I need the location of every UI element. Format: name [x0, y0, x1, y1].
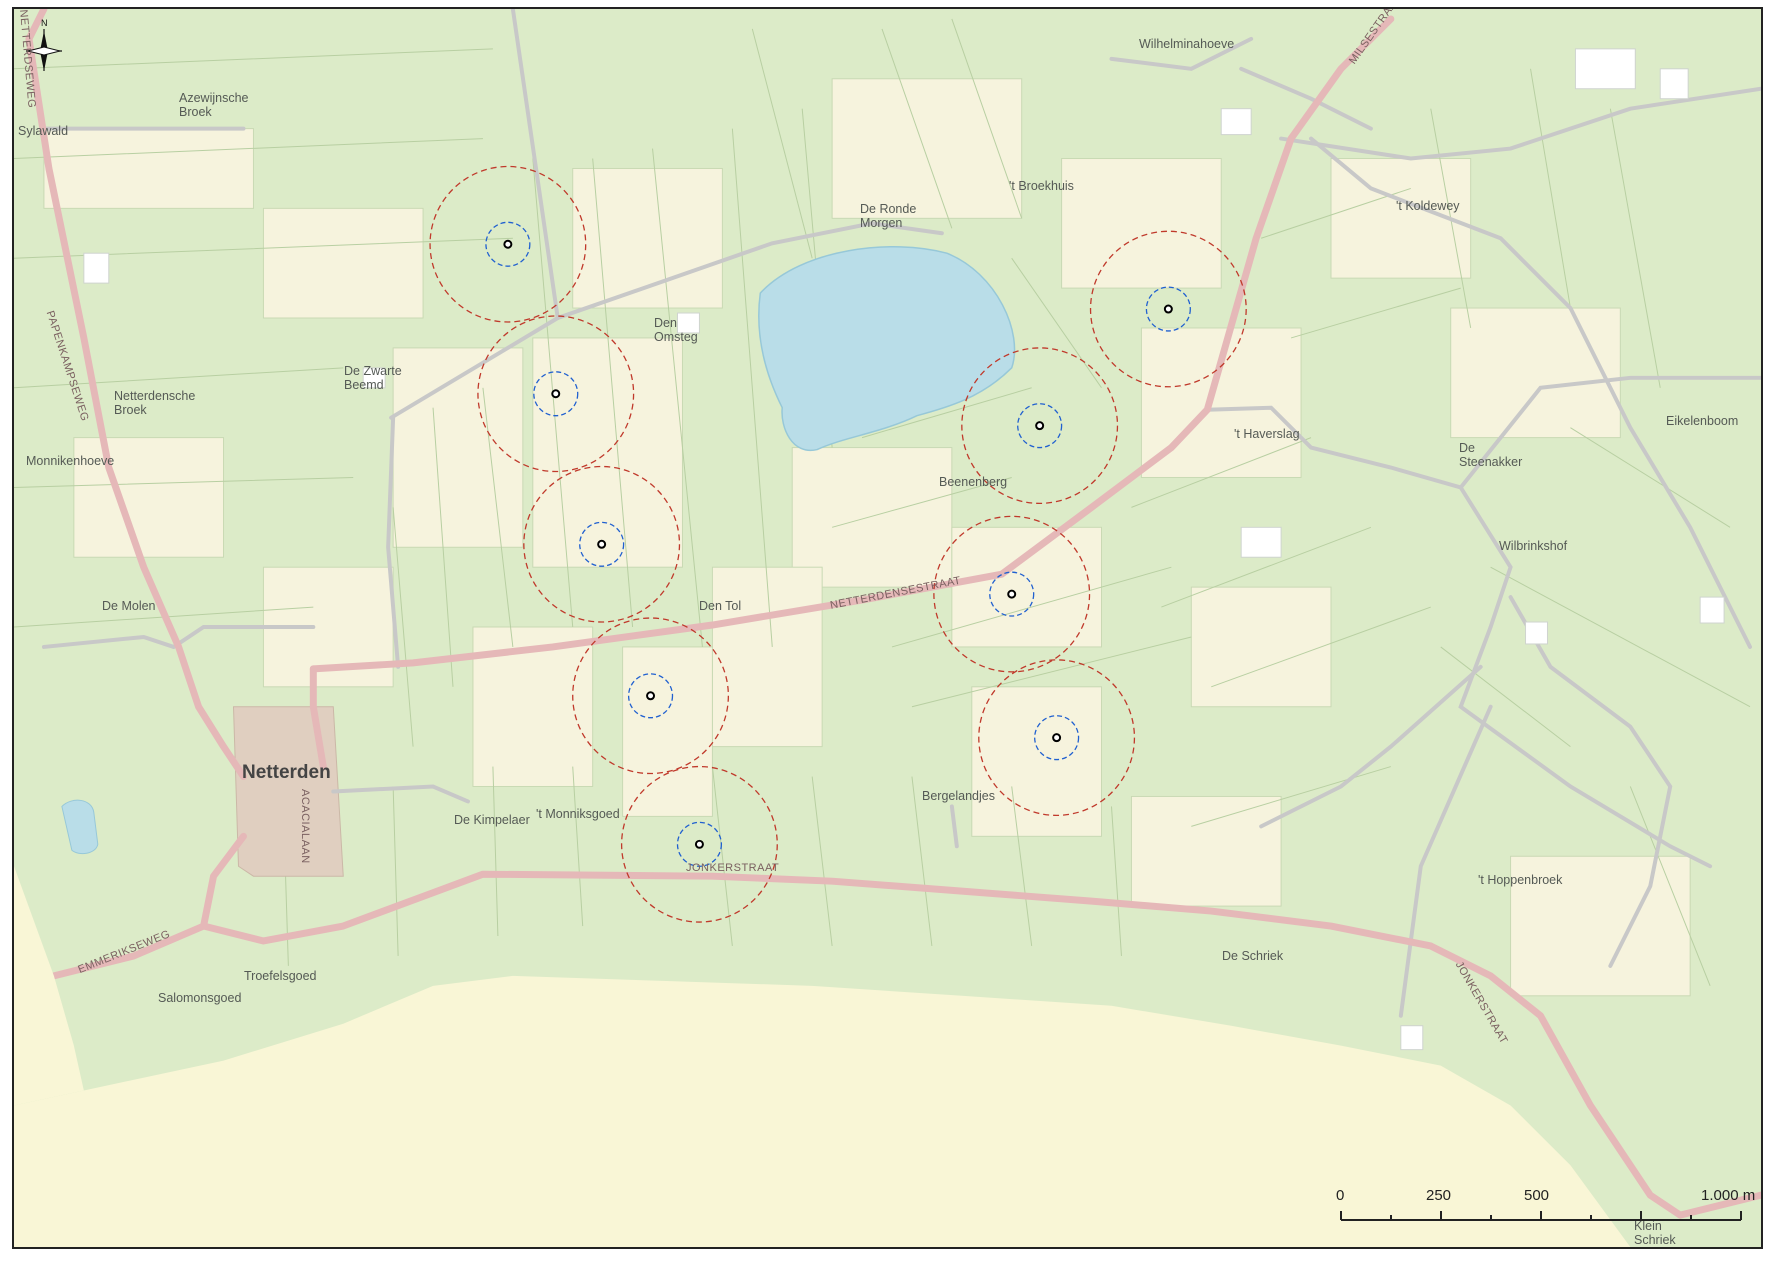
turbine-point[interactable] — [1052, 733, 1062, 743]
scale-label-1000: 1.000 m — [1701, 1187, 1756, 1204]
field-parcel — [1450, 307, 1621, 439]
place-label-de-kimpelaer: De Kimpelaer — [454, 813, 530, 827]
place-label-wilhelminahoeve: Wilhelminahoeve — [1139, 37, 1235, 51]
scale-label-0: 0 — [1336, 1187, 1345, 1204]
place-label-den-omsteg: Den Omsteg — [654, 316, 698, 344]
place-label-azewijnsche-broek: Azewijnsche Broek — [179, 91, 249, 119]
lake — [758, 246, 1016, 452]
scale-bar: 0 250 500 1.000 m — [1331, 1175, 1755, 1235]
field-parcel — [1130, 795, 1282, 907]
turbine-point[interactable] — [1035, 421, 1045, 431]
place-label-de-molen: De Molen — [102, 599, 156, 613]
field-parcel — [951, 526, 1103, 648]
place-label-troefelsgoed: Troefelsgoed — [244, 969, 317, 983]
turbine[interactable] — [429, 165, 587, 323]
road-label-jonkerstraat-west: JONKERSTRAAT — [686, 862, 780, 874]
place-label-den-tol: Den Tol — [699, 599, 742, 613]
place-label-t-broekhuis: 't Broekhuis — [1009, 179, 1074, 193]
turbine-point[interactable] — [597, 539, 607, 549]
place-label-eikelenboom: Eikelenboom — [1666, 414, 1739, 428]
place-label-beenenberg: Beenenberg — [939, 475, 1008, 489]
field-parcel — [971, 686, 1103, 837]
place-label-t-koldewey: 't Koldewey — [1396, 199, 1460, 213]
building — [83, 252, 110, 284]
place-label-wilbrinkshof: Wilbrinkshof — [1499, 539, 1568, 553]
place-label-netterden: Netterden — [242, 762, 331, 783]
turbine-point[interactable] — [551, 389, 561, 399]
outside-area-left — [14, 866, 84, 1106]
map-canvas[interactable] — [14, 9, 1761, 1247]
building — [1220, 108, 1252, 136]
minor-road — [949, 804, 959, 849]
building — [1240, 526, 1282, 558]
place-label-de-steenakker: De Steenakker — [1459, 441, 1523, 469]
minor-road — [510, 9, 560, 320]
building — [1574, 48, 1636, 90]
field-parcel — [1190, 586, 1332, 708]
field-parcel — [43, 128, 254, 209]
place-label-monnikenhoeve: Monnikenhoeve — [26, 454, 115, 468]
place-label-de-schriek: De Schriek — [1222, 949, 1284, 963]
building — [1525, 621, 1548, 645]
turbine-point[interactable] — [646, 691, 656, 701]
field-parcel — [622, 646, 713, 817]
minor-road — [41, 634, 176, 649]
place-label-de-ronde-morgen: De Ronde Morgen — [860, 202, 917, 230]
field-parcel — [791, 447, 953, 588]
building — [1699, 596, 1725, 624]
field-parcel — [262, 207, 424, 319]
field-parcel — [1061, 158, 1222, 289]
place-label-bergelandjes: Bergelandjes — [922, 789, 995, 803]
place-label-salomonsgoed: Salomonsgoed — [158, 991, 242, 1005]
turbine-point[interactable] — [503, 239, 513, 249]
place-label-de-zwarte-beemd: De Zwarte Beemd — [344, 364, 402, 392]
place-label-t-monniksgoed: 't Monniksgoed — [536, 807, 620, 821]
minor-road — [1279, 86, 1761, 161]
turbine-point[interactable] — [1007, 589, 1017, 599]
map-frame[interactable]: N Sylawald Azewijnsche Broek Netterdensche… — [12, 7, 1763, 1249]
pond — [61, 799, 99, 855]
turbine-point[interactable] — [1163, 304, 1173, 314]
place-label-t-hoppenbroek: 't Hoppenbroek — [1478, 873, 1563, 887]
field-parcel — [711, 566, 823, 748]
field-parcel — [532, 337, 683, 568]
scale-label-500: 500 — [1524, 1187, 1550, 1204]
urban-area — [232, 706, 344, 877]
road-label-acaciaaan: ACACIALAAN — [299, 789, 311, 864]
turbine-point[interactable] — [694, 839, 704, 849]
field-parcel — [831, 78, 1023, 219]
scale-label-250: 250 — [1426, 1187, 1452, 1204]
building — [1659, 68, 1689, 100]
place-label-t-haverslag: 't Haverslag — [1234, 427, 1300, 441]
place-label-sylawald: Sylawald — [18, 124, 69, 138]
minor-road — [331, 784, 470, 804]
building — [1400, 1025, 1424, 1051]
north-label: N — [41, 18, 48, 28]
road-emmerikseweg — [50, 832, 247, 980]
place-label-netterdensche-broek: Netterdensche Broek — [114, 389, 196, 417]
